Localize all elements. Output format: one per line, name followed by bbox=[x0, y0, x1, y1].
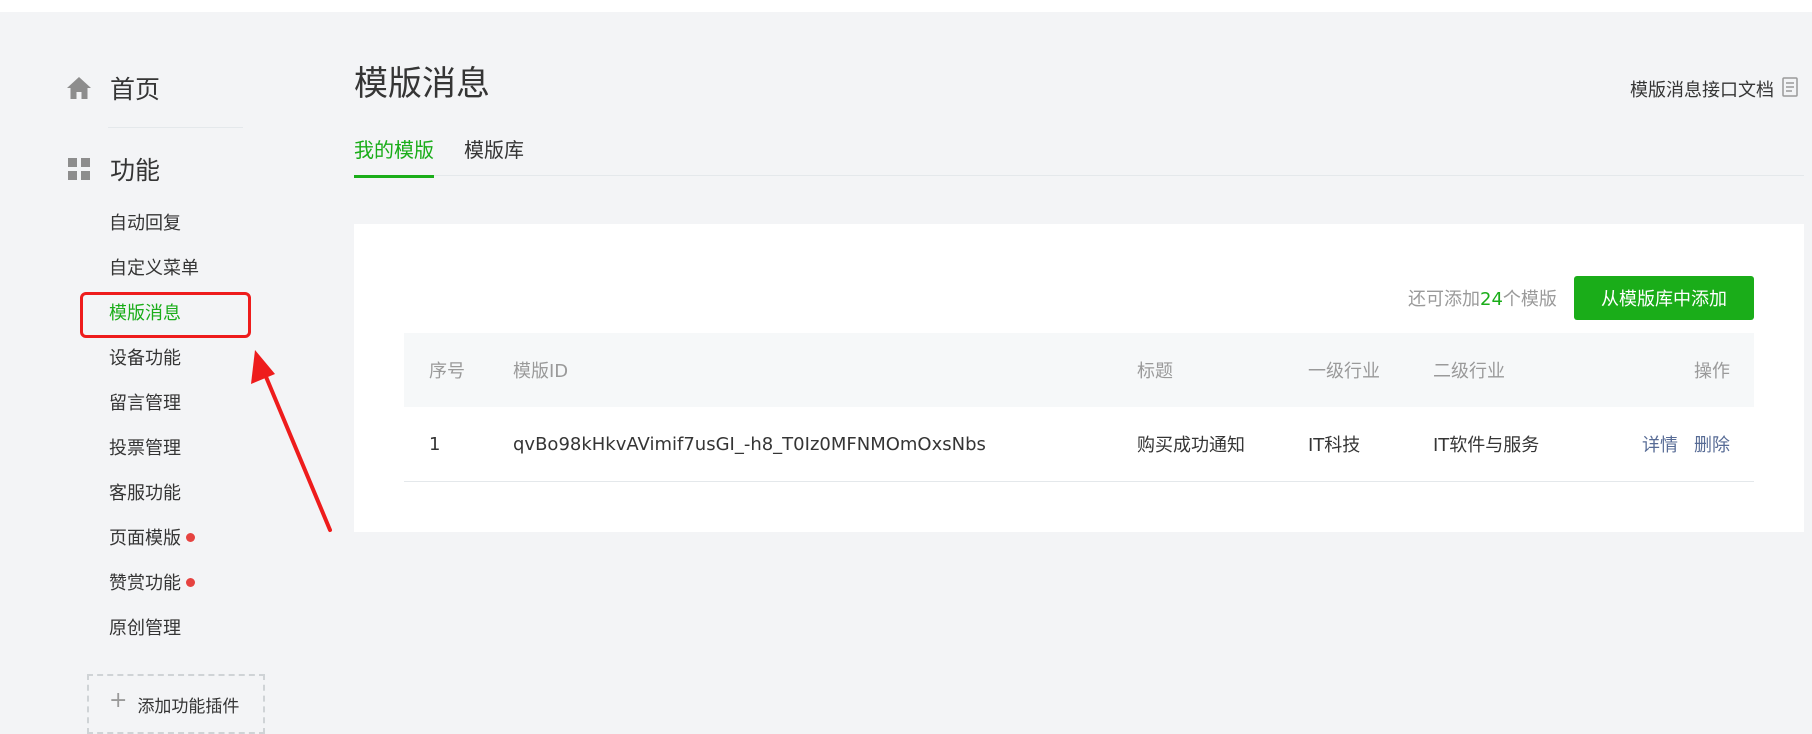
sidebar-features[interactable]: 功能 bbox=[66, 151, 160, 187]
add-plugin-label: 添加功能插件 bbox=[137, 697, 240, 717]
sidebar-item-original[interactable]: 原创管理 bbox=[109, 614, 181, 640]
row-industry-2: IT软件与服务 bbox=[1433, 435, 1540, 456]
page-title: 模版消息 bbox=[354, 64, 490, 104]
document-icon bbox=[1782, 76, 1798, 102]
header-industry-2: 二级行业 bbox=[1433, 361, 1505, 382]
tab-template-library[interactable]: 模版库 bbox=[464, 134, 524, 175]
sidebar-item-page-template[interactable]: 页面模版 bbox=[109, 524, 195, 550]
sidebar-item-label: 客服功能 bbox=[109, 483, 181, 504]
sidebar-item-label: 留言管理 bbox=[109, 393, 181, 414]
home-icon bbox=[66, 75, 92, 101]
annotation-highlight-box bbox=[80, 292, 251, 338]
top-bar bbox=[0, 0, 1812, 12]
table-header: 序号 模版ID 标题 一级行业 二级行业 操作 bbox=[404, 333, 1754, 407]
row-seq: 1 bbox=[429, 433, 441, 455]
sidebar-item-customer-service[interactable]: 客服功能 bbox=[109, 479, 181, 505]
new-badge-dot bbox=[186, 532, 195, 542]
add-from-library-button[interactable]: 从模版库中添加 bbox=[1574, 276, 1754, 320]
table-row: 1 qvBo98kHkvAVimif7usGI_-h8_T0Iz0MFNMOmO… bbox=[404, 407, 1754, 482]
template-card: 还可添加24个模版 从模版库中添加 序号 模版ID 标题 一级行业 二级行业 操… bbox=[354, 224, 1804, 532]
row-title: 购买成功通知 bbox=[1137, 435, 1245, 456]
grid-icon bbox=[66, 156, 92, 182]
add-plugin-button[interactable]: + 添加功能插件 bbox=[87, 674, 265, 734]
sidebar-item-custom-menu[interactable]: 自定义菜单 bbox=[109, 254, 199, 280]
sidebar-item-label: 投票管理 bbox=[109, 438, 181, 459]
row-template-id: qvBo98kHkvAVimif7usGI_-h8_T0Iz0MFNMOmOxs… bbox=[513, 433, 986, 455]
delete-link[interactable]: 删除 bbox=[1694, 431, 1730, 457]
sidebar-item-device[interactable]: 设备功能 bbox=[109, 344, 181, 370]
sidebar-item-label: 赞赏功能 bbox=[109, 573, 181, 594]
row-operations: 详情 删除 bbox=[1626, 407, 1730, 481]
sidebar-item-comments[interactable]: 留言管理 bbox=[109, 389, 181, 415]
header-operations: 操作 bbox=[1694, 361, 1730, 382]
sidebar-features-label: 功能 bbox=[110, 156, 161, 185]
quota-count: 24 bbox=[1480, 289, 1503, 310]
quota-suffix: 个模版 bbox=[1502, 289, 1557, 310]
sidebar-home[interactable]: 首页 bbox=[66, 70, 160, 106]
sidebar-item-label: 原创管理 bbox=[109, 618, 181, 639]
sidebar-divider bbox=[108, 127, 243, 128]
new-badge-dot bbox=[186, 577, 195, 587]
header-industry-1: 一级行业 bbox=[1308, 361, 1380, 382]
quota-prefix: 还可添加 bbox=[1408, 289, 1480, 310]
tab-my-templates[interactable]: 我的模版 bbox=[354, 134, 434, 178]
header-title: 标题 bbox=[1137, 361, 1173, 382]
template-quota: 还可添加24个模版 bbox=[1408, 285, 1557, 311]
header-template-id: 模版ID bbox=[513, 361, 569, 382]
api-doc-link-label: 模版消息接口文档 bbox=[1630, 80, 1774, 101]
sidebar-item-auto-reply[interactable]: 自动回复 bbox=[109, 209, 181, 235]
sidebar-item-voting[interactable]: 投票管理 bbox=[109, 434, 181, 460]
sidebar-item-reward[interactable]: 赞赏功能 bbox=[109, 569, 195, 595]
sidebar-item-label: 页面模版 bbox=[109, 528, 181, 549]
tab-bar: 我的模版 模版库 bbox=[354, 130, 1804, 178]
row-industry-1: IT科技 bbox=[1308, 435, 1361, 456]
sidebar-item-label: 自动回复 bbox=[109, 213, 181, 234]
sidebar-item-label: 自定义菜单 bbox=[109, 258, 199, 279]
sidebar-home-label: 首页 bbox=[110, 75, 161, 104]
plus-icon: + bbox=[109, 688, 128, 713]
template-table: 序号 模版ID 标题 一级行业 二级行业 操作 1 qvBo98kHkvAVim… bbox=[404, 333, 1754, 482]
header-seq: 序号 bbox=[429, 361, 465, 382]
detail-link[interactable]: 详情 bbox=[1642, 431, 1678, 457]
sidebar-item-label: 设备功能 bbox=[109, 348, 181, 369]
sidebar: 首页 功能 自动回复 自定义菜单 模版消息 设备功能 留言管理 投票管理 客服功… bbox=[0, 12, 330, 734]
api-doc-link[interactable]: 模版消息接口文档 bbox=[1630, 76, 1798, 102]
